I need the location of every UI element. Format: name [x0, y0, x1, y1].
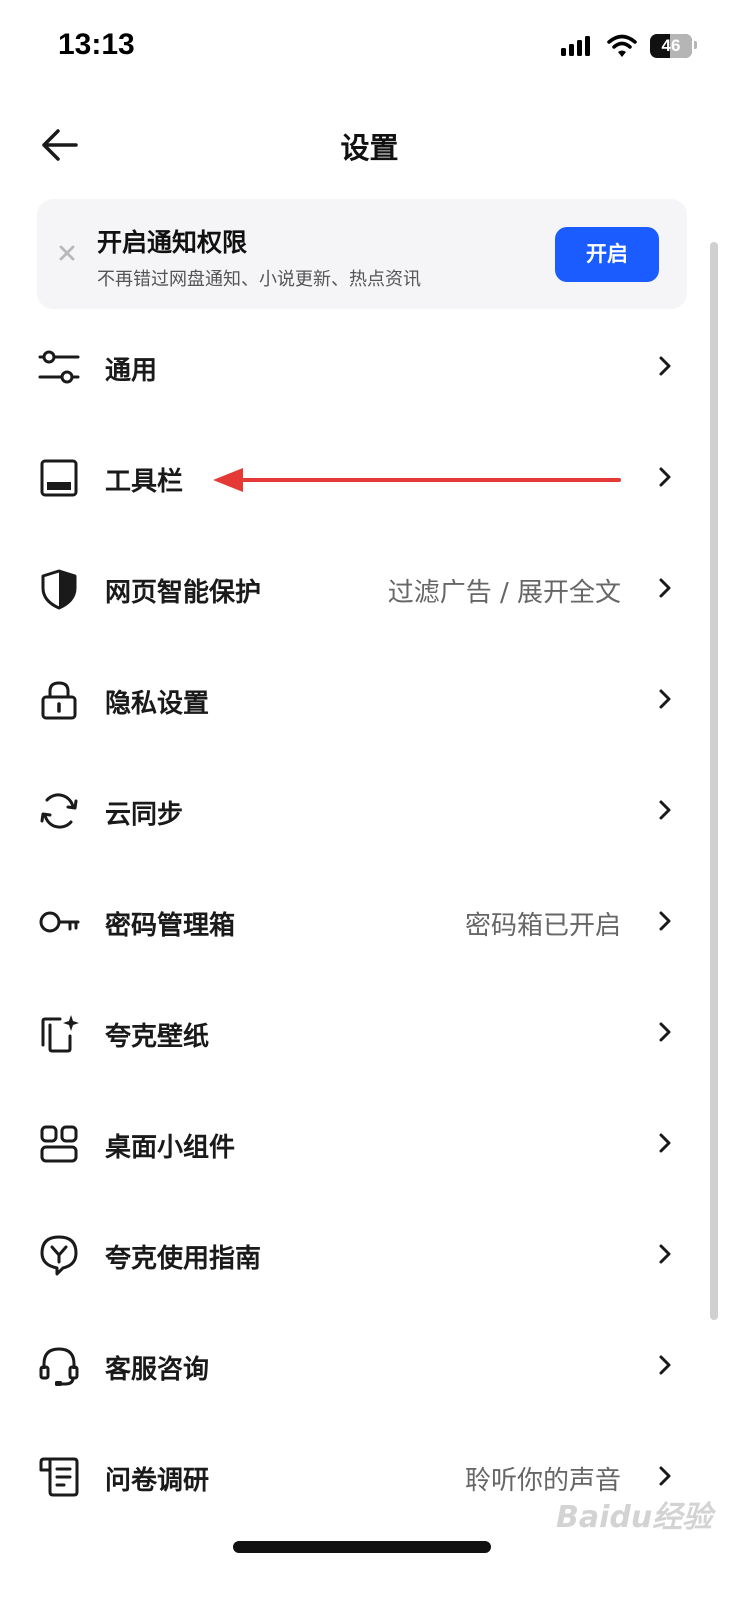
sync-icon — [40, 793, 78, 829]
chevron-right-icon — [659, 578, 671, 598]
chevron-right-icon — [659, 1355, 671, 1375]
menu-item-password-manager[interactable]: 密码管理箱 密码箱已开启 — [0, 865, 739, 976]
annotation-arrow-icon — [213, 468, 621, 492]
menu-item-label: 密码管理箱 — [105, 911, 236, 941]
battery-level: 46 — [661, 36, 681, 55]
menu-item-label: 客服咨询 — [105, 1355, 210, 1385]
cellular-signal-icon — [561, 36, 590, 56]
menu-item-cloud-sync[interactable]: 云同步 — [0, 754, 739, 865]
wallpaper-icon — [41, 1015, 79, 1053]
chevron-right-icon — [659, 356, 671, 376]
enable-notification-button[interactable]: 开启 — [555, 227, 659, 282]
widgets-icon — [40, 1125, 78, 1163]
scrollbar[interactable] — [710, 242, 718, 1320]
lock-icon — [41, 681, 77, 720]
page-title: 设置 — [340, 131, 399, 165]
menu-item-label: 通用 — [105, 356, 158, 386]
menu-item-label: 夸克壁纸 — [105, 1022, 210, 1052]
menu-item-user-guide[interactable]: 夸克使用指南 — [0, 1198, 739, 1309]
notification-permission-card: 开启通知权限 不再错过网盘通知、小说更新、热点资讯 开启 — [37, 199, 687, 309]
chevron-right-icon — [659, 800, 671, 820]
headset-icon — [39, 1347, 79, 1386]
notification-card-title: 开启通知权限 — [97, 228, 248, 257]
menu-item-label: 工具栏 — [105, 467, 184, 497]
menu-item-label: 问卷调研 — [105, 1466, 210, 1496]
sliders-icon — [38, 350, 80, 384]
chevron-right-icon — [659, 1022, 671, 1042]
chevron-right-icon — [659, 689, 671, 709]
battery-icon: 46 — [650, 34, 692, 58]
status-time: 13:13 — [58, 28, 135, 61]
menu-item-value: 过滤广告 / 展开全文 — [387, 578, 621, 608]
menu-item-widgets[interactable]: 桌面小组件 — [0, 1087, 739, 1198]
menu-item-general[interactable]: 通用 — [0, 310, 739, 421]
watermark: Baidu经验 — [556, 1500, 713, 1535]
menu-item-label: 网页智能保护 — [105, 578, 262, 608]
wifi-icon — [607, 34, 637, 57]
menu-item-label: 隐私设置 — [105, 689, 210, 719]
key-icon — [39, 911, 80, 933]
menu-item-label: 桌面小组件 — [105, 1133, 236, 1163]
menu-item-web-protection[interactable]: 网页智能保护 过滤广告 / 展开全文 — [0, 532, 739, 643]
chevron-right-icon — [659, 1244, 671, 1264]
menu-item-wallpaper[interactable]: 夸克壁纸 — [0, 976, 739, 1087]
notification-card-subtitle: 不再错过网盘通知、小说更新、热点资讯 — [97, 269, 421, 290]
menu-item-privacy[interactable]: 隐私设置 — [0, 643, 739, 754]
close-icon[interactable] — [55, 241, 79, 265]
chevron-right-icon — [659, 467, 671, 487]
menu-item-value: 密码箱已开启 — [464, 911, 621, 941]
menu-item-customer-service[interactable]: 客服咨询 — [0, 1309, 739, 1420]
nav-header: 设置 — [0, 105, 739, 185]
shield-icon — [41, 569, 77, 610]
chevron-right-icon — [659, 1466, 671, 1486]
toolbar-icon — [40, 459, 78, 497]
menu-item-label: 云同步 — [105, 800, 184, 830]
menu-item-label: 夸克使用指南 — [105, 1244, 262, 1274]
guide-icon — [40, 1235, 78, 1276]
chevron-right-icon — [659, 1133, 671, 1153]
home-indicator[interactable] — [233, 1541, 491, 1553]
chevron-right-icon — [659, 911, 671, 931]
survey-icon — [39, 1457, 79, 1497]
status-bar: 13:13 46 — [0, 0, 739, 90]
